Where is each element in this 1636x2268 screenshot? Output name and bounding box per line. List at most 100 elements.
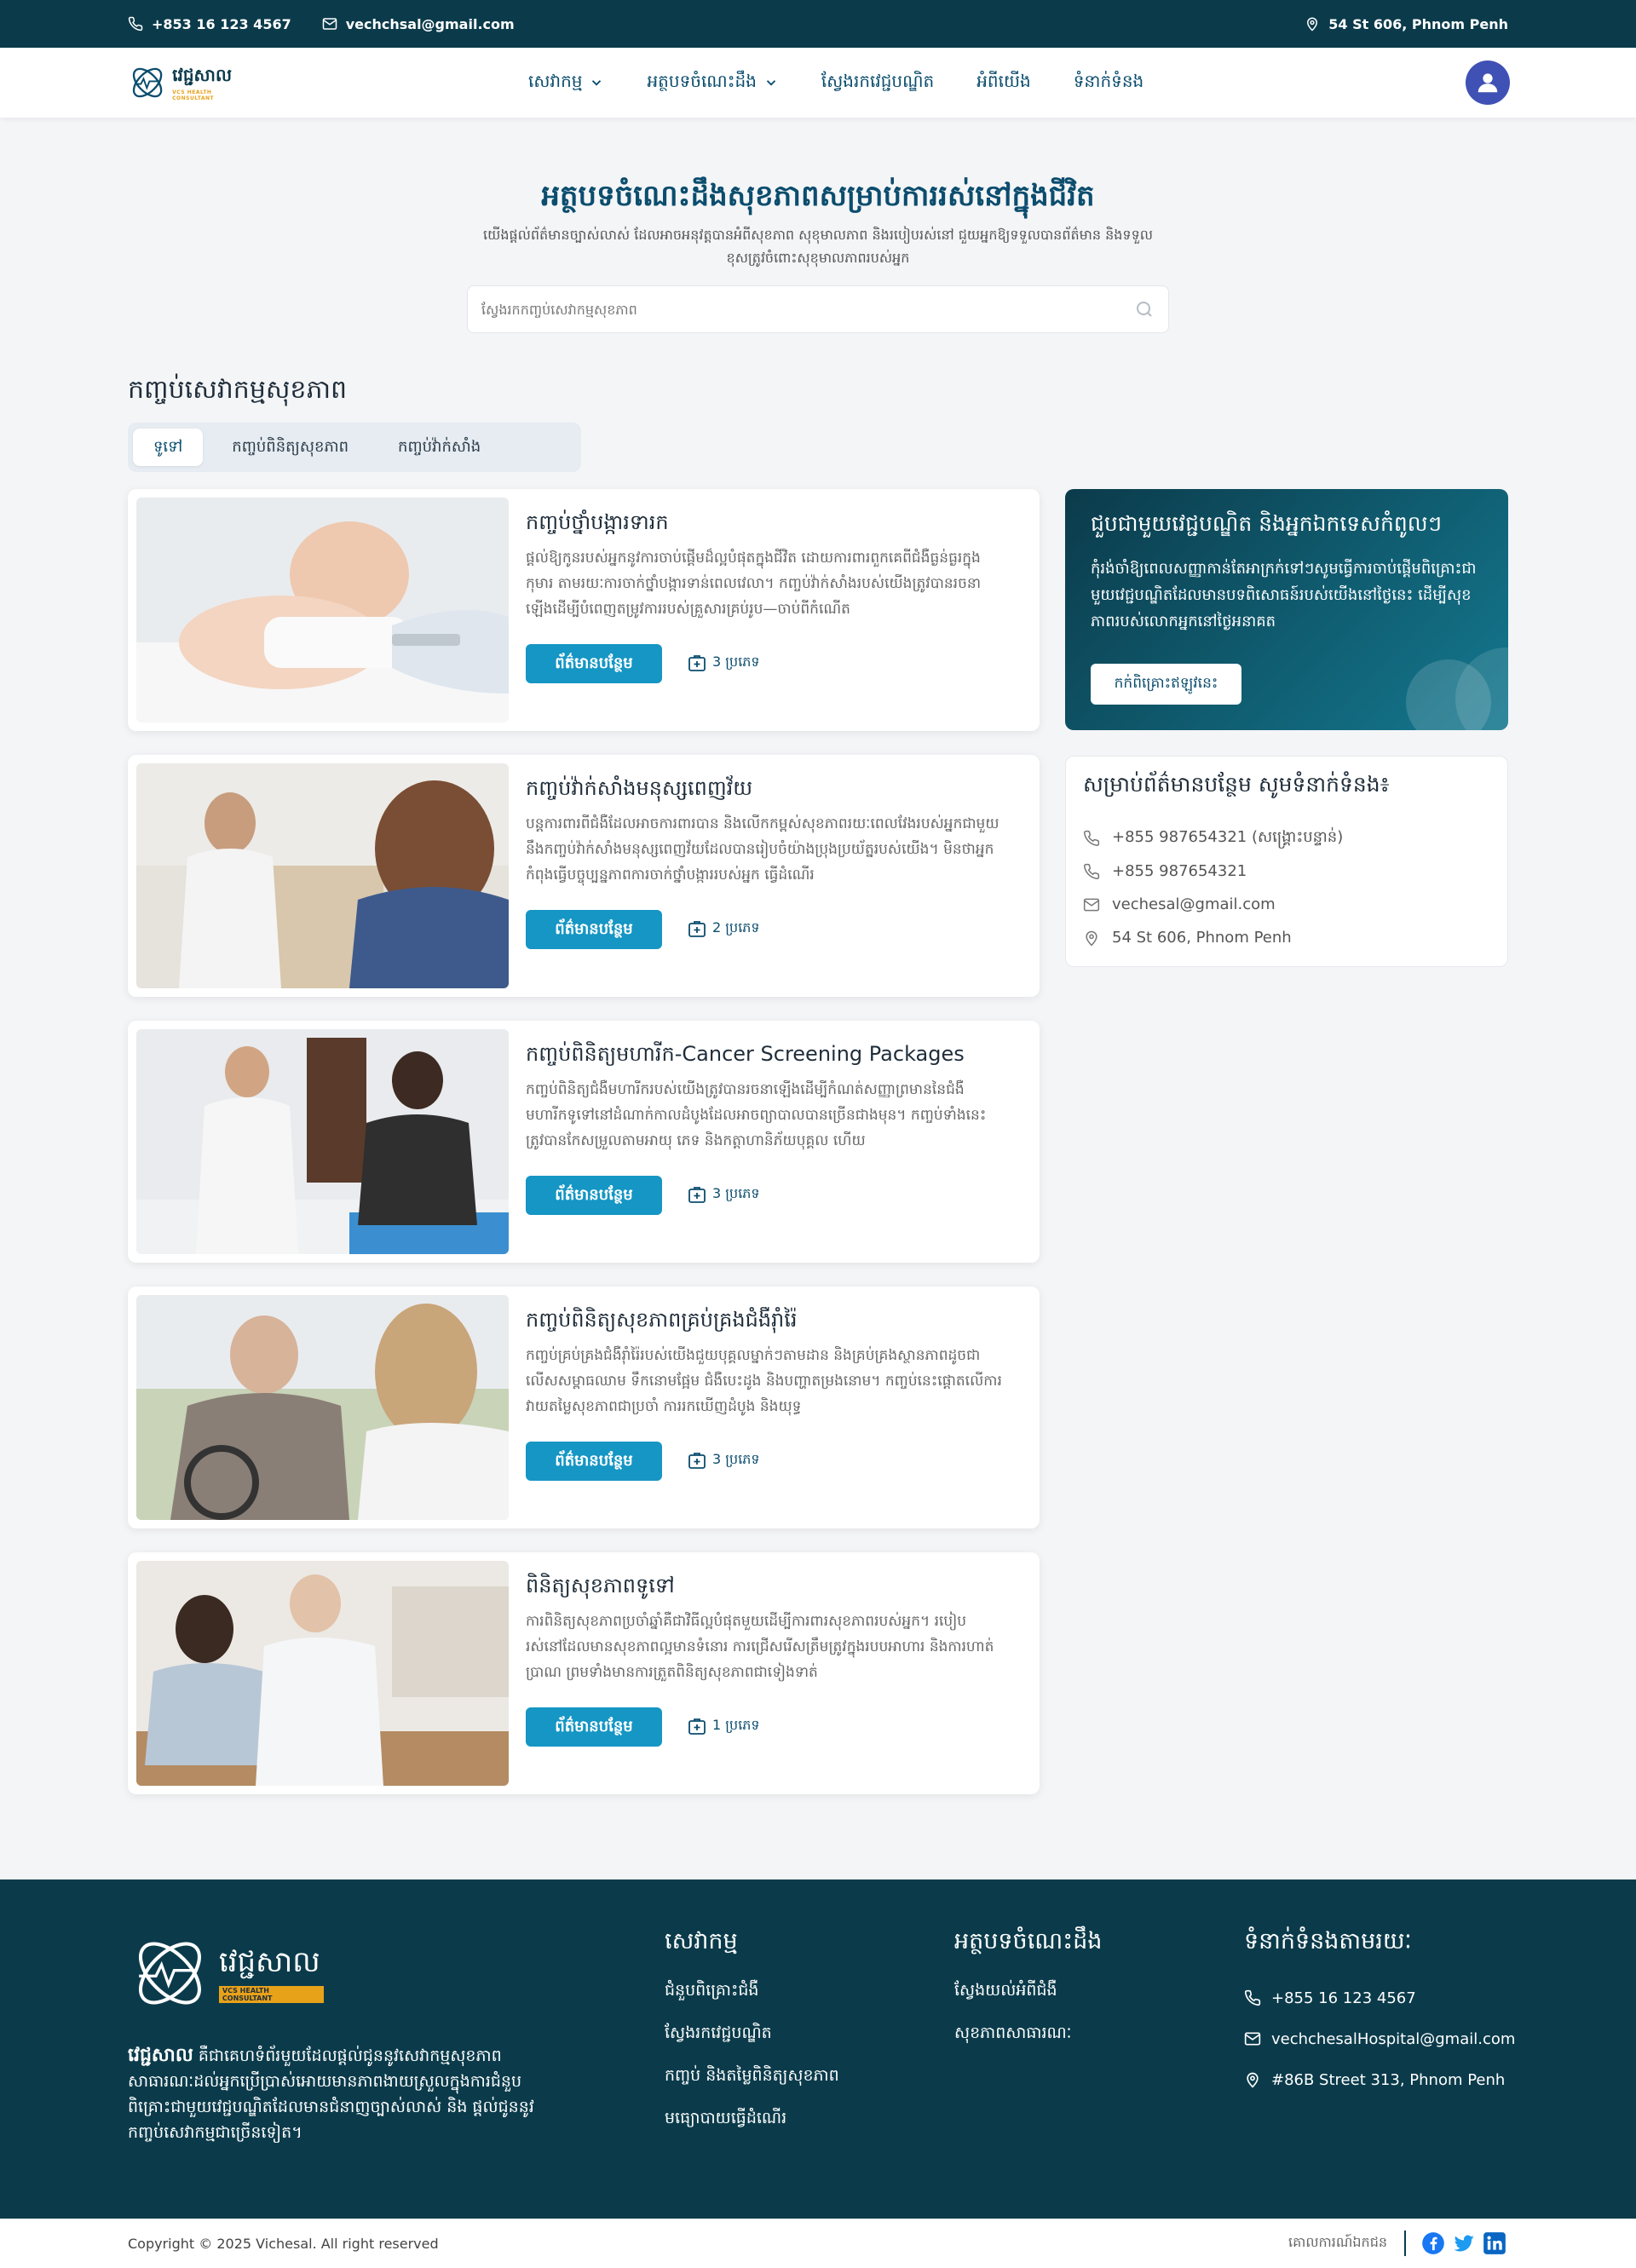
footer-brand-name: វេជ្ជសាល [218, 1944, 320, 1979]
topbar-phone[interactable]: +853 16 123 4567 [128, 16, 291, 32]
medical-kit-icon [688, 1718, 706, 1735]
search-box [467, 285, 1169, 333]
contact-item-address: 54 St 606, Phnom Penh [1083, 921, 1343, 954]
package-description: ផ្តល់ឱ្យកូនរបស់អ្នកនូវការចាប់ផ្តើមដ៏ល្អប… [526, 550, 982, 618]
package-image-adult-vaccine [136, 763, 509, 988]
nav-item-articles[interactable]: អត្ថបទចំណេះដឹង [647, 70, 778, 95]
twitter-icon[interactable] [1452, 2231, 1476, 2255]
package-count: 3 ប្រភេទ [687, 653, 760, 673]
facebook-icon[interactable] [1421, 2231, 1445, 2255]
package-title: កញ្ចប់វ៉ាក់សាំងមនុស្សពេញវ័យ [526, 776, 753, 800]
nav-menu: សេវាកម្ម អត្ថបទចំណេះដឹង ស្វែងរកវេជ្ជបណ្ឌ… [528, 48, 1143, 118]
search-input[interactable] [481, 301, 1134, 318]
footer-link[interactable]: ជំនួបពិគ្រោះជំងឺ [665, 1977, 839, 2020]
footer-contact-email[interactable]: vechchesalHospital@gmail.com [1244, 2018, 1515, 2059]
package-count-text: 1 ប្រភេទ [712, 1717, 760, 1733]
footer-contact-email-text: vechchesalHospital@gmail.com [1271, 2029, 1516, 2048]
topbar-email[interactable]: vechchsal@gmail.com [322, 16, 515, 32]
location-icon [1307, 17, 1318, 32]
nav-item-find-doctor[interactable]: ស្វែងរកវេជ្ជបណ្ឌិត [821, 70, 934, 95]
footer-link[interactable]: មធ្យោបាយធ្វើដំណើរ [665, 2105, 839, 2148]
copyright: Copyright © 2025 Vichesal. All right res… [128, 2235, 439, 2252]
tab-checkup-packages[interactable]: កញ្ចប់ពិនិត្យសុខភាព [211, 429, 369, 466]
user-avatar-button[interactable] [1466, 60, 1510, 105]
package-image-chronic-care [136, 1295, 509, 1520]
footer-link[interactable]: កញ្ចប់ និងតម្លៃពិនិត្យសុខភាព [665, 2063, 839, 2105]
package-tabs: ទូទៅ កញ្ចប់ពិនិត្យសុខភាព កញ្ចប់វ៉ាក់សាំង [128, 423, 581, 472]
top-info-bar: +853 16 123 4567 vechchsal@gmail.com 54 … [0, 0, 1636, 48]
brand-name: វេជ្ជសាល [172, 65, 232, 85]
nav-item-services[interactable]: សេវាកម្ម [528, 70, 604, 95]
tab-vaccine-packages[interactable]: កញ្ចប់វ៉ាក់សាំង [377, 429, 501, 466]
more-info-button[interactable]: ព័ត៌មានបន្ថែម [526, 1442, 662, 1481]
contact-item-text: +855 987654321 (សង្គ្រោះបន្ទាន់) [1112, 828, 1344, 846]
more-info-button[interactable]: ព័ត៌មានបន្ថែម [526, 1176, 662, 1215]
package-description: ការពិនិត្យសុខភាពប្រចាំឆ្នាំគឺជាវិធីល្អបំ… [526, 1613, 994, 1681]
footer-link[interactable]: សុខភាពសាធារណៈ [954, 2020, 1102, 2063]
book-consultation-button[interactable]: កក់ពិគ្រោះឥឡូវនេះ [1091, 664, 1241, 705]
more-info-button[interactable]: ព័ត៌មានបន្ថែម [526, 644, 662, 683]
package-image-general-checkup [136, 1561, 509, 1786]
package-card: កញ្ចប់ពិនិត្យមហារីក-Cancer Screening Pac… [128, 1021, 1040, 1263]
topbar-address-text: 54 St 606, Phnom Penh [1328, 15, 1508, 32]
package-card: កញ្ចប់ថ្នាំបង្ការទារក ផ្តល់ឱ្យកូនរបស់អ្ន… [128, 489, 1040, 731]
decor-circle [1455, 648, 1508, 730]
nav-item-about[interactable]: អំពីយើង [976, 70, 1030, 95]
meet-doctor-card: ជួបជាមួយវេជ្ជបណ្ឌិត និងអ្នកឯកទេសកំពូលៗ ក… [1065, 489, 1508, 730]
bottom-bar: Copyright © 2025 Vichesal. All right res… [0, 2219, 1636, 2268]
tab-general[interactable]: ទូទៅ [133, 429, 204, 466]
footer-link[interactable]: ស្វែងយល់អំពីជំងឺ [954, 1977, 1102, 2020]
nav-item-label: ស្វែងរកវេជ្ជបណ្ឌិត [821, 71, 935, 91]
phone-icon [128, 16, 143, 32]
footer-contact-phone-text: +855 16 123 4567 [1271, 1989, 1416, 2007]
contact-item-text: vechesal@gmail.com [1112, 895, 1276, 913]
nav-item-contact[interactable]: ទំនាក់ទំនង [1074, 70, 1144, 95]
contact-item-email[interactable]: vechesal@gmail.com [1083, 888, 1343, 921]
package-description: កញ្ចប់ពិនិត្យជំងឺមហារីករបស់យើងត្រូវបានរច… [526, 1081, 987, 1149]
site-footer: វេជ្ជសាល VCS HEALTH CONSULTANT វេជ្ជសាល … [0, 1879, 1636, 2219]
linkedin-icon[interactable] [1483, 2231, 1506, 2255]
logo-text: វេជ្ជសាល VCS HEALTH CONSULTANT [172, 64, 239, 101]
brand-tagline: VCS HEALTH CONSULTANT [172, 89, 215, 101]
nav-item-label: ទំនាក់ទំនង [1073, 71, 1144, 91]
package-card: កញ្ចប់ពិនិត្យសុខភាពគ្រប់គ្រងជំងឺរ៉ាំរ៉ៃ … [128, 1287, 1040, 1528]
privacy-policy-link[interactable]: គោលការណ៍ឯកជន [1288, 2219, 1387, 2268]
package-count-text: 3 ប្រភេទ [712, 1451, 760, 1467]
medical-kit-icon [688, 1187, 706, 1203]
section-title: កញ្ចប់សេវាកម្មសុខភាព [128, 375, 348, 405]
divider [1404, 2231, 1406, 2256]
package-card: ពិនិត្យសុខភាពទូទៅ ការពិនិត្យសុខភាពប្រចាំ… [128, 1552, 1040, 1794]
footer-logo[interactable]: វេជ្ជសាល VCS HEALTH CONSULTANT [128, 1931, 324, 2016]
search-icon[interactable] [1134, 299, 1155, 319]
footer-contact-phone[interactable]: +855 16 123 4567 [1244, 1977, 1515, 2018]
package-title: កញ្ចប់ថ្នាំបង្ការទារក [526, 510, 669, 534]
package-card: កញ្ចប់វ៉ាក់សាំងមនុស្សពេញវ័យ បន្តការពារពី… [128, 755, 1040, 997]
footer-contact-address-text: #86B Street 313, Phnom Penh [1271, 2070, 1506, 2089]
package-description: បន្តការពារពីជំងឺដែលអាចការពារបាន និងលើកកម… [526, 815, 999, 884]
medical-kit-icon [688, 655, 706, 671]
package-image-baby-vaccine [136, 498, 509, 722]
nav-item-label: សេវាកម្ម [528, 71, 583, 91]
mail-icon [1244, 2032, 1261, 2046]
footer-articles: អត្ថបទចំណេះដឹង ស្វែងយល់អំពីជំងឺ សុខភាពសា… [954, 1927, 1102, 2063]
package-count: 1 ប្រភេទ [687, 1716, 760, 1736]
package-title: ពិនិត្យសុខភាពទូទៅ [526, 1574, 675, 1597]
medical-kit-icon [688, 1453, 706, 1469]
more-info-button[interactable]: ព័ត៌មានបន្ថែម [526, 910, 662, 949]
chevron-down-icon [766, 80, 776, 86]
user-icon [1478, 73, 1498, 93]
phone-icon [1084, 830, 1100, 846]
footer-description: វេជ្ជសាល គឺជាគេហទំព័រមួយដែលផ្តល់ជូននូវសេ… [128, 2043, 554, 2145]
phone-icon [1244, 1989, 1261, 2006]
more-info-button[interactable]: ព័ត៌មានបន្ថែម [526, 1707, 662, 1747]
contact-card-title: សម្រាប់ព័ត៌មានបន្ថែម សូមទំនាក់ទំនង៖ [1083, 772, 1390, 797]
location-icon [1086, 930, 1097, 946]
package-count-text: 3 ប្រភេទ [712, 1185, 760, 1201]
brand-logo[interactable]: វេជ្ជសាល VCS HEALTH CONSULTANT [128, 58, 239, 107]
footer-link[interactable]: ស្វែងរកវេជ្ជបណ្ឌិត [665, 2020, 839, 2063]
contact-item-phone[interactable]: +855 987654321 [1083, 855, 1343, 888]
package-count: 3 ប្រភេទ [687, 1184, 760, 1205]
logo-mark-icon [132, 67, 163, 98]
package-title: កញ្ចប់ពិនិត្យមហារីក-Cancer Screening Pac… [526, 1042, 965, 1066]
contact-item-emergency-phone[interactable]: +855 987654321 (សង្គ្រោះបន្ទាន់) [1083, 821, 1343, 855]
